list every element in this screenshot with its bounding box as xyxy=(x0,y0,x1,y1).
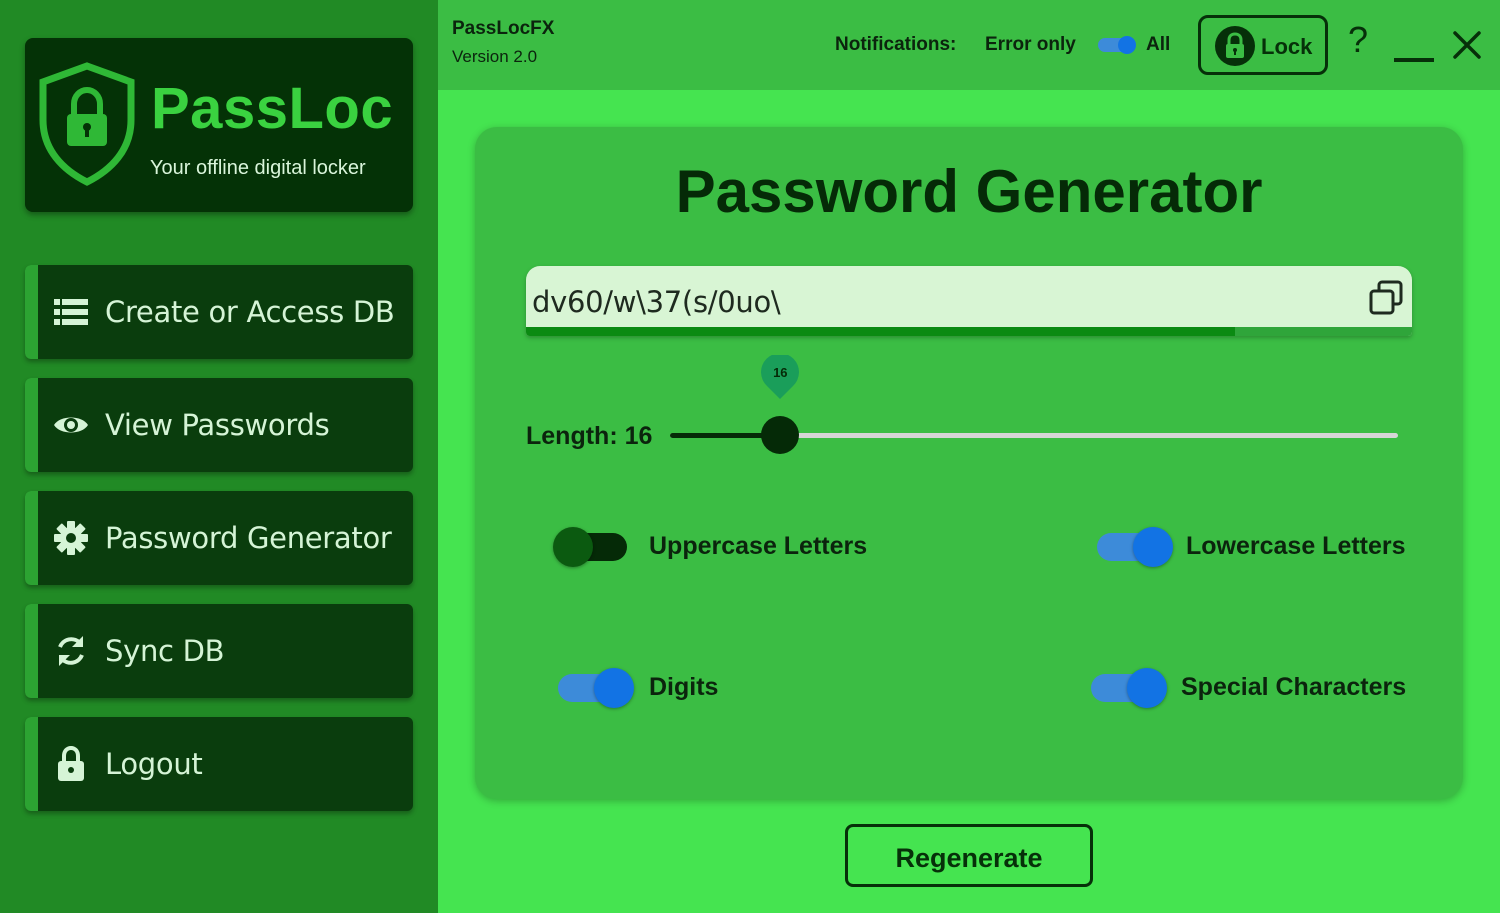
nav-accent-bar xyxy=(25,491,38,585)
app-name: PassLoc xyxy=(151,76,394,141)
sidebar-item-label: Create or Access DB xyxy=(105,295,395,329)
sidebar-item-create-db[interactable]: Create or Access DB xyxy=(25,265,413,359)
password-strength-meter xyxy=(526,327,1412,336)
option-special: Special Characters xyxy=(1089,661,1419,711)
sidebar-item-logout[interactable]: Logout xyxy=(25,717,413,811)
notifications-toggle[interactable] xyxy=(1098,36,1138,54)
special-characters-toggle[interactable] xyxy=(1089,661,1169,711)
sidebar-item-password-generator[interactable]: Password Generator xyxy=(25,491,413,585)
app-tagline: Your offline digital locker xyxy=(150,157,366,179)
minimize-icon[interactable] xyxy=(1394,58,1434,62)
digits-toggle[interactable] xyxy=(556,661,636,711)
length-slider-thumb[interactable] xyxy=(761,416,800,454)
app-version: Version 2.0 xyxy=(452,47,538,66)
sync-icon xyxy=(58,636,84,666)
regenerate-button[interactable]: Regenerate xyxy=(845,824,1093,887)
page-title: Password Generator xyxy=(675,158,1263,225)
nav-accent-bar xyxy=(25,265,38,359)
nav-accent-bar xyxy=(25,604,38,698)
option-lowercase: Lowercase Letters xyxy=(1095,520,1415,570)
lock-button[interactable]: Lock xyxy=(1198,15,1328,75)
password-strength-fill xyxy=(526,327,1235,336)
special-characters-label: Special Characters xyxy=(1181,673,1407,701)
uppercase-label: Uppercase Letters xyxy=(649,532,868,560)
eye-icon xyxy=(54,417,88,433)
nav-accent-bar xyxy=(25,378,38,472)
sidebar: PassLoc Your offline digital locker Crea… xyxy=(0,0,438,913)
toggle-knob xyxy=(553,527,593,567)
lock-icon xyxy=(58,746,84,781)
option-digits: Digits xyxy=(556,661,856,711)
lock-button-label: Lock xyxy=(1261,34,1313,59)
uppercase-toggle[interactable] xyxy=(553,520,633,570)
title-bar: PassLocFX Version 2.0 Notifications: Err… xyxy=(438,0,1500,90)
sidebar-item-sync-db[interactable]: Sync DB xyxy=(25,604,413,698)
notifications-error-only-label: Error only xyxy=(985,34,1076,55)
logo-card: PassLoc Your offline digital locker xyxy=(25,38,413,212)
lowercase-label: Lowercase Letters xyxy=(1186,532,1406,560)
copy-icon[interactable] xyxy=(1369,280,1403,316)
option-uppercase: Uppercase Letters xyxy=(553,520,973,570)
toggle-knob xyxy=(1133,527,1173,567)
length-label: Length: 16 xyxy=(526,422,653,450)
notifications-label: Notifications: xyxy=(835,34,957,55)
password-output-field[interactable]: dv60/w\37(s/0uo\ xyxy=(526,266,1412,336)
notifications-all-label: All xyxy=(1146,34,1171,55)
digits-label: Digits xyxy=(649,673,719,701)
window-title: PassLocFX xyxy=(452,18,555,39)
nav-accent-bar xyxy=(25,717,38,811)
regenerate-button-label: Regenerate xyxy=(895,843,1043,873)
lowercase-toggle[interactable] xyxy=(1095,520,1175,570)
slider-value-text: 16 xyxy=(773,365,788,380)
generated-password[interactable]: dv60/w\37(s/0uo\ xyxy=(532,285,781,319)
lock-icon xyxy=(1215,26,1255,66)
list-icon xyxy=(54,299,88,325)
sidebar-item-label: Password Generator xyxy=(105,521,392,555)
toggle-knob xyxy=(594,668,634,708)
sidebar-item-label: View Passwords xyxy=(105,408,330,442)
generator-panel: Password Generator dv60/w\37(s/0uo\ Leng… xyxy=(475,127,1463,799)
shield-lock-icon xyxy=(39,62,135,186)
toggle-knob xyxy=(1127,668,1167,708)
close-icon[interactable] xyxy=(1452,30,1482,60)
sidebar-item-label: Sync DB xyxy=(105,634,225,668)
sidebar-item-label: Logout xyxy=(105,747,203,781)
sidebar-item-view-passwords[interactable]: View Passwords xyxy=(25,378,413,472)
length-slider[interactable]: 16 xyxy=(670,355,1398,454)
gear-icon xyxy=(54,521,88,555)
help-icon[interactable]: ? xyxy=(1348,22,1368,58)
